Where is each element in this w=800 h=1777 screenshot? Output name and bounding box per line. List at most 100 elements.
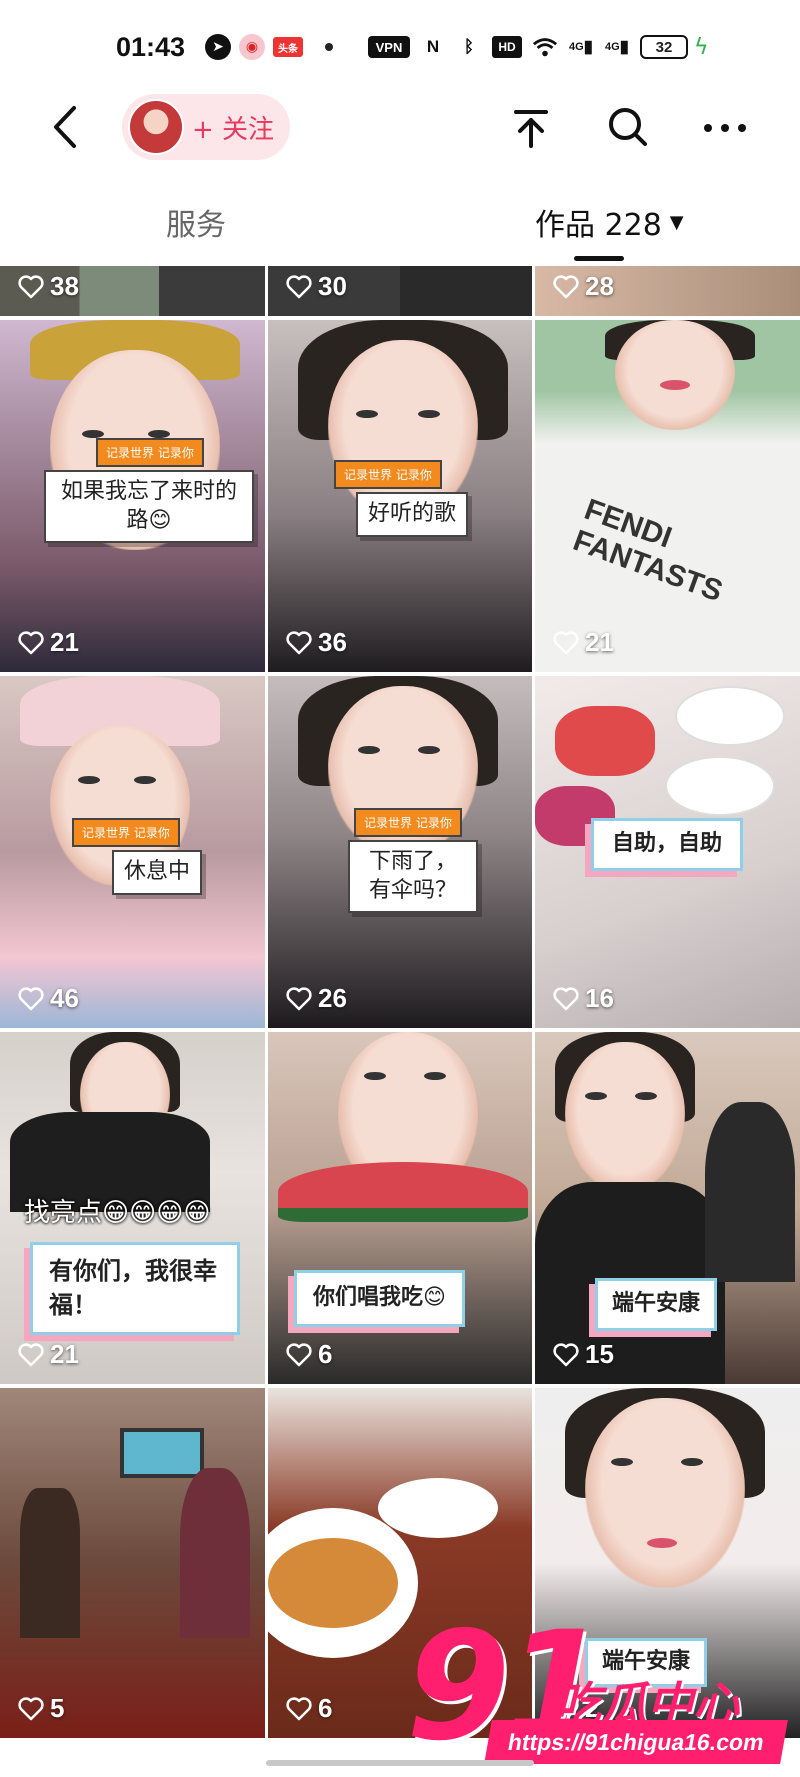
post-caption: 你们唱我吃😊: [294, 1270, 465, 1327]
tab-service[interactable]: 服务: [166, 200, 226, 244]
post-caption: 自助，自助: [591, 818, 744, 871]
post-caption: 下雨了，有伞吗？: [348, 840, 478, 914]
like-count: 46: [18, 983, 79, 1014]
tab-works-label: 作品 228: [535, 208, 662, 243]
bluetooth-icon: ᛒ: [463, 37, 475, 56]
post-caption: 好听的歌: [356, 492, 469, 537]
heart-icon: [18, 1342, 44, 1366]
like-count-value: 15: [585, 1339, 614, 1369]
like-count: 28: [553, 271, 614, 302]
like-count-value: 6: [318, 1693, 333, 1723]
like-count-value: 16: [585, 983, 614, 1013]
like-count: 21: [553, 627, 614, 658]
heart-icon: [286, 1696, 312, 1720]
follow-label: + 关注: [192, 114, 275, 145]
status-bar: 01:43 ➤ ◉ 头条 VPN N ᛒ HD 4G ▮ 4G ▮ 32 ϟ: [0, 0, 800, 100]
more-button[interactable]: [700, 102, 750, 152]
post-caption: 休息中: [112, 850, 203, 895]
nfc-icon: N: [426, 37, 440, 56]
post-overlay-text: 找亮点😁😁😁😁: [24, 1198, 211, 1228]
pin-top-button[interactable]: [506, 102, 556, 152]
post-thumbnail[interactable]: 记录世界 记录你 好听的歌 36: [268, 320, 532, 672]
arrow-up-to-top-icon: [514, 110, 548, 148]
telegram-icon: ➤: [205, 34, 231, 60]
like-count-value: 6: [318, 1339, 333, 1369]
profile-tabs: 服务 作品 228 ▼: [0, 190, 800, 261]
like-count: 21: [18, 1339, 79, 1370]
like-count-value: 30: [318, 271, 347, 301]
like-count-value: 28: [585, 271, 614, 301]
pig-app-icon: ◉: [239, 34, 265, 60]
heart-icon: [18, 274, 44, 298]
hd-voice-icon: HD: [492, 36, 522, 58]
like-count-value: 21: [585, 627, 614, 657]
post-thumbnail[interactable]: 端午安康 15: [535, 1032, 800, 1384]
like-count: 15: [553, 1339, 614, 1370]
signal-label-1: 4G: [568, 41, 584, 53]
charging-icon: ϟ: [694, 34, 709, 60]
watermark-url: https://91chigua16.com: [484, 1720, 788, 1764]
caption-tag: 记录世界 记录你: [354, 808, 462, 837]
notification-dot-icon: [325, 43, 333, 51]
heart-icon: [286, 986, 312, 1010]
post-thumbnail[interactable]: 找亮点😁😁😁😁 有你们，我很幸福！ 21: [0, 1032, 265, 1384]
status-time: 01:43: [116, 32, 186, 62]
like-count: 26: [286, 983, 347, 1014]
like-count: 5: [18, 1693, 64, 1724]
chevron-left-icon: [54, 106, 76, 148]
like-count-value: 36: [318, 627, 347, 657]
like-count-value: 26: [318, 983, 347, 1013]
toutiao-icon: 头条: [273, 37, 303, 57]
battery-icon: 32: [640, 35, 688, 59]
post-caption: 有你们，我很幸福！: [30, 1242, 240, 1336]
post-thumbnail[interactable]: 你们唱我吃😊 6: [268, 1032, 532, 1384]
caption-tag: 记录世界 记录你: [96, 438, 204, 467]
like-count-value: 46: [50, 983, 79, 1013]
signal-label-2: 4G: [604, 41, 620, 53]
follow-button[interactable]: + 关注: [122, 94, 290, 160]
heart-icon: [286, 1342, 312, 1366]
like-count-value: 21: [50, 627, 79, 657]
tab-active-indicator: [574, 256, 624, 261]
like-count: 36: [286, 627, 347, 658]
post-thumbnail[interactable]: 记录世界 记录你 休息中 46: [0, 676, 265, 1028]
like-count: 38: [18, 271, 79, 302]
heart-icon: [553, 1342, 579, 1366]
search-icon: [609, 108, 647, 146]
heart-icon: [553, 630, 579, 654]
post-thumbnail[interactable]: 记录世界 记录你 如果我忘了来时的路😊 21: [0, 320, 265, 672]
caption-tag: 记录世界 记录你: [72, 818, 180, 847]
heart-icon: [286, 274, 312, 298]
like-count: 16: [553, 983, 614, 1014]
like-count-value: 21: [50, 1339, 79, 1369]
heart-icon: [286, 630, 312, 654]
back-button[interactable]: [44, 102, 88, 152]
like-count: 6: [286, 1693, 332, 1724]
post-thumbnail[interactable]: 28: [535, 266, 800, 316]
vpn-icon: VPN: [368, 36, 410, 58]
top-nav: + 关注: [0, 88, 800, 168]
avatar: [128, 99, 184, 155]
like-count: 6: [286, 1339, 332, 1370]
more-dots-icon: [704, 124, 746, 132]
signal-icon-1: 4G ▮: [568, 37, 594, 56]
like-count: 30: [286, 271, 347, 302]
post-thumbnail[interactable]: 30: [268, 266, 532, 316]
tab-works[interactable]: 作品 228 ▼: [535, 200, 684, 244]
like-count-value: 38: [50, 271, 79, 301]
post-caption: 端午安康: [595, 1278, 718, 1331]
caption-tag: 记录世界 记录你: [334, 460, 442, 489]
home-indicator[interactable]: [266, 1760, 534, 1766]
post-thumbnail[interactable]: FENDI FANTASTS 21: [535, 320, 800, 672]
post-thumbnail[interactable]: 5: [0, 1388, 265, 1738]
post-thumbnail[interactable]: 自助，自助 16: [535, 676, 800, 1028]
post-thumbnail[interactable]: 38: [0, 266, 265, 316]
heart-icon: [18, 986, 44, 1010]
signal-icon-2: 4G ▮: [604, 37, 630, 56]
heart-icon: [553, 274, 579, 298]
heart-icon: [553, 986, 579, 1010]
post-thumbnail[interactable]: 记录世界 记录你 下雨了，有伞吗？ 26: [268, 676, 532, 1028]
caret-down-icon: ▼: [669, 211, 684, 233]
shirt-print: FENDI FANTASTS: [568, 492, 727, 609]
search-button[interactable]: [603, 102, 653, 152]
